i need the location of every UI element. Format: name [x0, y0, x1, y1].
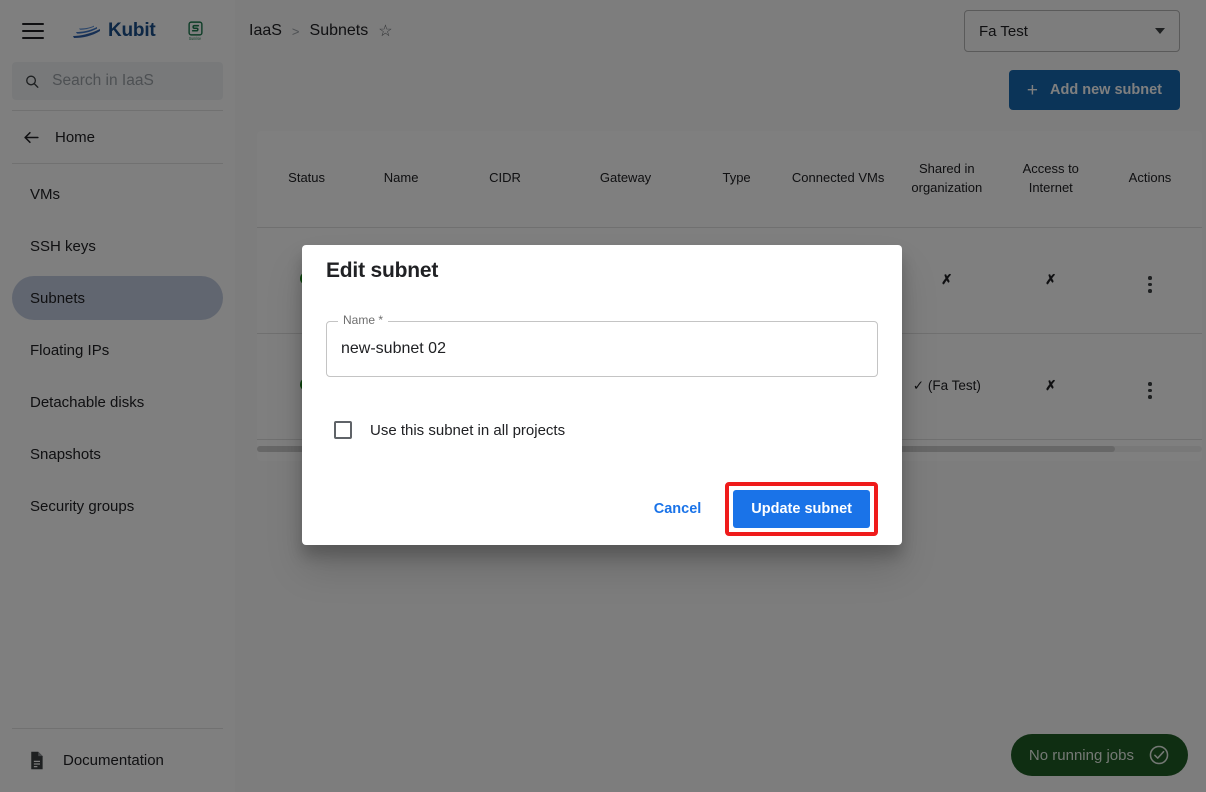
use-in-all-projects-checkbox[interactable] [334, 421, 352, 439]
update-button-highlight: Update subnet [725, 482, 878, 536]
update-subnet-button[interactable]: Update subnet [733, 490, 870, 528]
edit-subnet-dialog: Edit subnet Name * Use this subnet in al… [302, 245, 902, 545]
use-in-all-projects-label: Use this subnet in all projects [370, 421, 566, 439]
cancel-button[interactable]: Cancel [638, 491, 718, 527]
dialog-title: Edit subnet [326, 259, 439, 282]
subnet-name-label: Name * [338, 314, 389, 326]
dialog-actions: Cancel Update subnet [326, 473, 878, 545]
use-in-all-projects-row[interactable]: Use this subnet in all projects [326, 421, 878, 439]
subnet-name-field[interactable]: Name * [326, 314, 878, 377]
subnet-name-input[interactable] [341, 340, 863, 358]
app-root: Kubit Sunrise Home [0, 0, 1206, 792]
